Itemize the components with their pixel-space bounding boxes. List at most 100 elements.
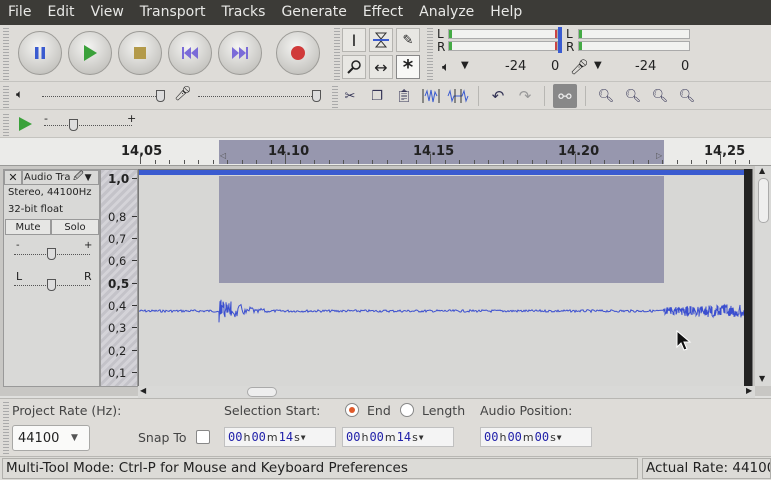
mixer-grip[interactable]	[3, 84, 9, 108]
play-meter-right-bar[interactable]	[578, 41, 690, 51]
playback-volume-slider[interactable]	[42, 96, 162, 97]
selection-toolbar-grip[interactable]	[3, 400, 9, 454]
record-meter-right-bar[interactable]	[448, 41, 558, 51]
end-radio[interactable]	[345, 403, 359, 417]
transport-grip[interactable]	[3, 27, 9, 80]
pan-left-label: L	[16, 270, 23, 283]
menu-tracks[interactable]: Tracks	[214, 0, 274, 25]
meter-grip[interactable]	[427, 27, 433, 80]
ruler-tick	[677, 160, 678, 164]
play-at-speed-button[interactable]	[14, 113, 36, 135]
play-meter-left-bar[interactable]	[578, 29, 690, 39]
record-meter-dropdown-icon[interactable]: ▼	[461, 60, 469, 71]
menu-generate[interactable]: Generate	[273, 0, 354, 25]
ruler-tick	[271, 160, 272, 164]
sync-lock-button[interactable]: ⚯	[553, 84, 577, 108]
fit-project-button[interactable]: 🔍︎	[675, 84, 699, 108]
ruler-tick	[517, 160, 518, 164]
scroll-right-icon[interactable]: ▶	[746, 386, 752, 395]
redo-button[interactable]: ↷	[513, 84, 537, 108]
skip-start-icon	[182, 47, 198, 59]
record-button[interactable]	[276, 31, 320, 75]
draw-tool-button[interactable]: ✎	[396, 28, 420, 52]
selection-start-time[interactable]: 00 h 00 m 14 s ▼	[224, 427, 336, 447]
snap-to-checkbox[interactable]	[196, 430, 210, 444]
track-name-menu-button[interactable]: Audio Tra 🖉︎ ▼	[22, 170, 99, 185]
chevron-down-icon[interactable]: ▼	[301, 433, 306, 442]
silence-button[interactable]	[446, 84, 470, 108]
record-volume-thumb[interactable]	[312, 90, 321, 102]
stop-button[interactable]	[118, 31, 162, 75]
track-drag-icon: 🖉︎	[73, 171, 84, 182]
ruler-tick	[242, 160, 243, 164]
paste-button[interactable]: 📋︎	[392, 84, 416, 108]
horizontal-scrollbar[interactable]	[138, 386, 755, 398]
selection-tool-button[interactable]: I	[342, 28, 366, 52]
fit-selection-button[interactable]: 🔍︎	[648, 84, 672, 108]
playback-speed-thumb[interactable]	[69, 119, 78, 131]
menu-analyze[interactable]: Analyze	[411, 0, 482, 25]
skip-start-button[interactable]	[168, 31, 212, 75]
record-meter-scale-max: 0	[551, 59, 560, 74]
pause-button[interactable]	[18, 31, 62, 75]
ruler-tick	[749, 160, 750, 164]
ruler-tick	[198, 160, 199, 164]
menu-view[interactable]: View	[83, 0, 132, 25]
envelope-tool-button[interactable]	[369, 28, 393, 52]
selection-end-time[interactable]: 00 h 00 m 14 s ▼	[342, 427, 454, 447]
menu-edit[interactable]: Edit	[39, 0, 82, 25]
scroll-left-icon[interactable]: ◀	[140, 386, 146, 395]
scroll-down-icon[interactable]: ▼	[759, 374, 765, 383]
menu-help[interactable]: Help	[482, 0, 530, 25]
menu-effect[interactable]: Effect	[355, 0, 411, 25]
ruler-selection-end-marker: ▷	[656, 151, 663, 160]
project-rate-combo[interactable]: 44100 ▼	[12, 425, 90, 451]
menu-file[interactable]: File	[0, 0, 39, 25]
play-meter-dropdown-icon[interactable]: ▼	[594, 60, 602, 71]
tools-grip[interactable]	[334, 27, 340, 80]
play-icon	[84, 45, 97, 61]
copy-button[interactable]: ❐	[365, 84, 389, 108]
time-shift-tool-button[interactable]: ↔	[369, 55, 393, 79]
play-button[interactable]	[68, 31, 112, 75]
scroll-up-icon[interactable]: ▲	[759, 166, 765, 175]
zoom-out-button[interactable]: 🔍︎	[621, 84, 645, 108]
chevron-down-icon[interactable]: ▼	[71, 433, 78, 443]
ruler-tick	[300, 160, 301, 164]
track-format-info: Stereo, 44100Hz	[8, 187, 92, 198]
undo-button[interactable]: ↶	[486, 84, 510, 108]
ruler-tick	[445, 160, 446, 164]
ruler-tick	[604, 160, 605, 164]
length-radio[interactable]	[400, 403, 414, 417]
ruler-tick	[285, 154, 286, 164]
playback-volume-thumb[interactable]	[156, 90, 165, 102]
zoom-tool-button[interactable]	[342, 55, 366, 79]
transcription-grip[interactable]	[3, 112, 9, 136]
multi-tool-button[interactable]: *	[396, 55, 420, 79]
seconds-unit: s	[550, 430, 556, 444]
audio-position-time[interactable]: 00 h 00 m 00 s ▼	[480, 427, 592, 447]
project-rate-label: Project Rate (Hz):	[12, 403, 122, 418]
minutes-unit: m	[266, 430, 278, 444]
gain-slider-thumb[interactable]	[47, 248, 56, 260]
pan-slider-thumb[interactable]	[47, 279, 56, 291]
record-meter-left-bar[interactable]	[448, 29, 558, 39]
vertical-scale-label: 0,7	[108, 232, 127, 246]
playback-speed-slider[interactable]	[44, 125, 132, 126]
skip-end-button[interactable]	[218, 31, 262, 75]
zoom-in-button[interactable]: 🔍︎	[594, 84, 618, 108]
mute-button[interactable]: Mute	[5, 219, 51, 235]
snap-to-label: Snap To	[138, 430, 187, 445]
ruler-tick	[706, 160, 707, 164]
trim-button[interactable]	[419, 84, 443, 108]
waveform-display[interactable]	[138, 169, 753, 387]
vertical-scroll-thumb[interactable]	[758, 178, 769, 223]
track-close-button[interactable]: ✕	[4, 170, 22, 185]
chevron-down-icon[interactable]: ▼	[557, 433, 562, 442]
menu-transport[interactable]: Transport	[132, 0, 214, 25]
cut-button[interactable]: ✂	[338, 84, 362, 108]
solo-button[interactable]: Solo	[51, 219, 99, 235]
record-volume-slider[interactable]	[198, 96, 318, 97]
chevron-down-icon[interactable]: ▼	[419, 433, 424, 442]
horizontal-scroll-thumb[interactable]	[247, 387, 277, 397]
